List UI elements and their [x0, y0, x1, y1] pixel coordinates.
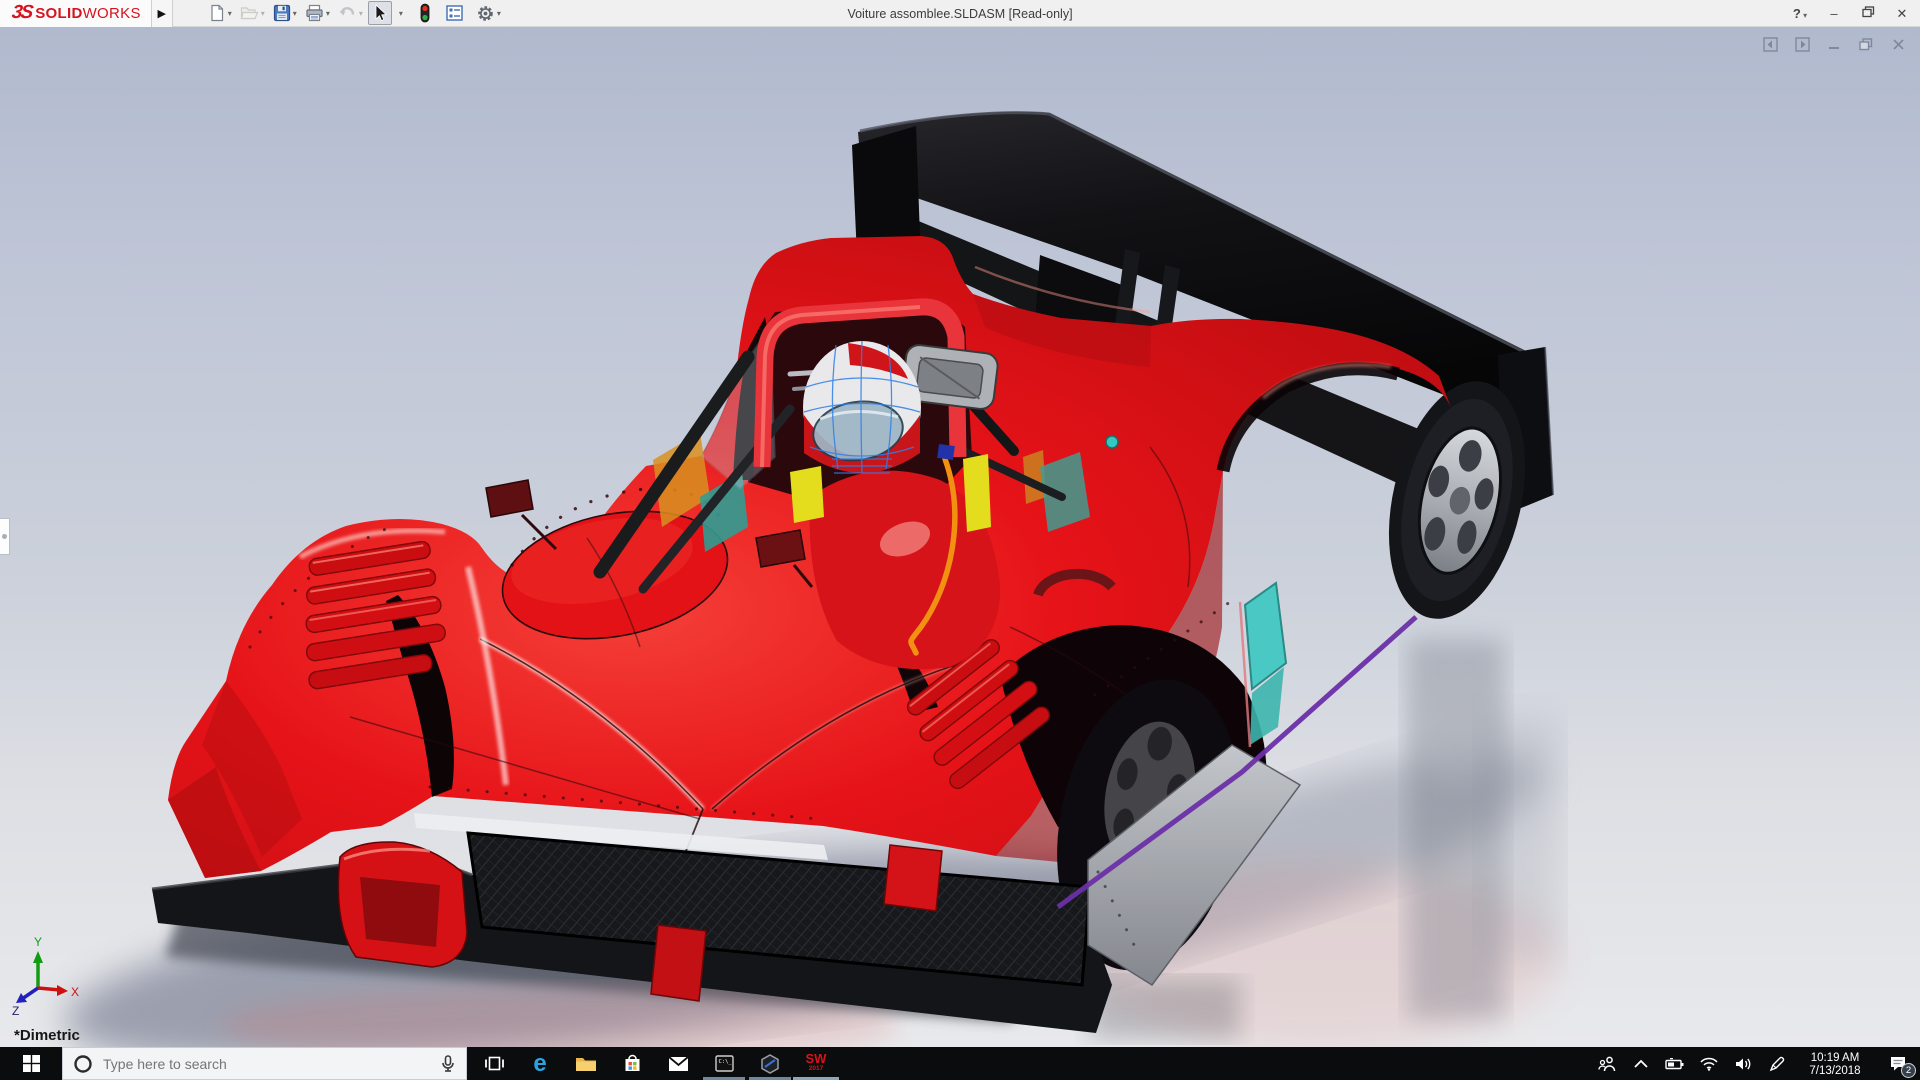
restore-icon	[1861, 6, 1874, 18]
open-caret-icon[interactable]: ▾	[261, 9, 265, 18]
notification-badge: 2	[1901, 1063, 1916, 1078]
triad-x-label: X	[71, 985, 79, 999]
options-caret-icon[interactable]: ▾	[497, 9, 501, 18]
task-pane-button[interactable]	[442, 1, 467, 25]
start-button[interactable]	[0, 1047, 62, 1080]
doc-close-button[interactable]	[1890, 36, 1906, 52]
orientation-triad[interactable]: Y X Z	[12, 935, 79, 1018]
display-states-button[interactable]	[416, 1, 434, 25]
tab-dot-icon	[2, 534, 7, 539]
left-mirror	[485, 479, 558, 551]
dassault-3s-logo-icon: 3S	[10, 2, 33, 23]
select-caret-button[interactable]: ▾	[394, 1, 406, 25]
system-tray: 10:19 AM 7/13/2018 2	[1590, 1047, 1920, 1080]
open-button[interactable]: ▾	[237, 1, 268, 25]
minimize-button[interactable]: –	[1824, 6, 1844, 21]
help-caret-icon: ▾	[1800, 11, 1808, 20]
taskbar-search-box[interactable]	[62, 1047, 467, 1080]
file-explorer-icon	[576, 1057, 596, 1071]
save-floppy-icon	[273, 4, 290, 22]
new-document-icon	[211, 4, 223, 22]
select-cursor-icon	[375, 4, 387, 22]
task-view-button[interactable]	[471, 1047, 517, 1080]
store-icon	[625, 1054, 639, 1071]
windows-logo-icon	[22, 1055, 40, 1072]
close-button[interactable]: ✕	[1892, 6, 1912, 22]
solidworks-2017-icon: SW 2017	[805, 1050, 827, 1072]
volume-icon[interactable]	[1726, 1047, 1760, 1080]
window-controls: ? ▾ – ✕	[1790, 0, 1912, 27]
save-caret-icon[interactable]: ▾	[293, 9, 297, 18]
print-icon	[306, 4, 323, 22]
gear-icon	[478, 5, 493, 21]
solidworks-taskbar-button[interactable]: SW 2017	[793, 1047, 839, 1080]
doc-minimize-button[interactable]	[1826, 36, 1842, 52]
svg-text:C:\_: C:\_	[718, 1059, 732, 1065]
wifi-icon[interactable]	[1692, 1047, 1726, 1080]
restore-button[interactable]	[1858, 6, 1878, 21]
previous-window-button[interactable]	[1762, 36, 1778, 52]
logo-text-works: WORKS	[82, 4, 141, 22]
view-orientation-label: *Dimetric	[14, 1027, 80, 1044]
file-explorer-button[interactable]	[563, 1047, 609, 1080]
windows-taskbar: e	[0, 1047, 1920, 1080]
battery-icon[interactable]	[1658, 1047, 1692, 1080]
clock-time: 10:19 AM	[1810, 1052, 1860, 1064]
edge-icon: e	[533, 1049, 547, 1077]
next-window-button[interactable]	[1794, 36, 1810, 52]
new-caret-icon[interactable]: ▾	[228, 9, 232, 18]
solidworks-logo: 3S SOLID WORKS	[0, 0, 151, 27]
solidworks-window: 3S SOLID WORKS ▶ ▾ ▾ ▾ ▾ ▾ ▾ ▾ Voiture a…	[0, 0, 1920, 1080]
triad-z-label: Z	[12, 1004, 19, 1018]
command-prompt-icon: C:\_	[714, 1055, 734, 1072]
new-document-button[interactable]: ▾	[205, 1, 235, 25]
cortana-circle-icon	[74, 1054, 92, 1073]
command-prompt-button[interactable]: C:\_	[701, 1047, 747, 1080]
quick-toolbar: ▾ ▾ ▾ ▾ ▾ ▾ ▾	[205, 1, 504, 25]
document-window-controls	[1762, 36, 1906, 52]
pen-icon[interactable]	[1760, 1047, 1794, 1080]
taskbar-apps: e C:\_ SW 2017	[471, 1047, 839, 1080]
hexagon-app-icon	[761, 1053, 779, 1074]
task-view-icon	[484, 1056, 504, 1071]
feature-manager-collapse-tab[interactable]	[0, 518, 10, 555]
undo-caret-icon[interactable]: ▾	[359, 9, 363, 18]
undo-button[interactable]: ▾	[335, 1, 366, 25]
print-caret-icon[interactable]: ▾	[326, 9, 330, 18]
open-folder-icon	[240, 7, 259, 20]
store-button[interactable]	[609, 1047, 655, 1080]
print-button[interactable]: ▾	[302, 1, 333, 25]
flyout-arrow-icon: ▶	[157, 7, 166, 20]
mail-button[interactable]	[655, 1047, 701, 1080]
3d-viewer-button[interactable]	[747, 1047, 793, 1080]
properties-list-icon	[446, 5, 463, 21]
triad-y-label: Y	[34, 935, 42, 949]
graphics-area[interactable]: Y X Z *Dimetric	[0, 27, 1920, 1047]
help-button[interactable]: ? ▾	[1790, 6, 1810, 21]
action-center-button[interactable]: 2	[1876, 1047, 1920, 1080]
traffic-light-icon	[420, 3, 430, 23]
options-button[interactable]: ▾	[473, 1, 504, 25]
mail-icon	[667, 1055, 689, 1071]
microphone-icon[interactable]	[440, 1054, 456, 1074]
doc-restore-button[interactable]	[1858, 36, 1874, 52]
chevron-up-icon[interactable]	[1624, 1047, 1658, 1080]
select-button[interactable]	[367, 1, 392, 25]
undo-icon	[339, 7, 355, 16]
menu-flyout-button[interactable]: ▶	[150, 0, 173, 27]
model-scene: Y X Z	[12, 111, 1560, 1047]
search-input[interactable]	[103, 1055, 430, 1072]
logo-text-solid: SOLID	[35, 4, 83, 22]
people-icon[interactable]	[1590, 1047, 1624, 1080]
edge-button[interactable]: e	[517, 1047, 563, 1080]
taskbar-clock[interactable]: 10:19 AM 7/13/2018	[1794, 1049, 1876, 1078]
save-button[interactable]: ▾	[270, 1, 300, 25]
select-caret-icon: ▾	[398, 8, 403, 18]
clock-date: 7/13/2018	[1809, 1065, 1861, 1077]
title-bar: 3S SOLID WORKS ▶ ▾ ▾ ▾ ▾ ▾ ▾ ▾ Voiture a…	[0, 0, 1920, 27]
